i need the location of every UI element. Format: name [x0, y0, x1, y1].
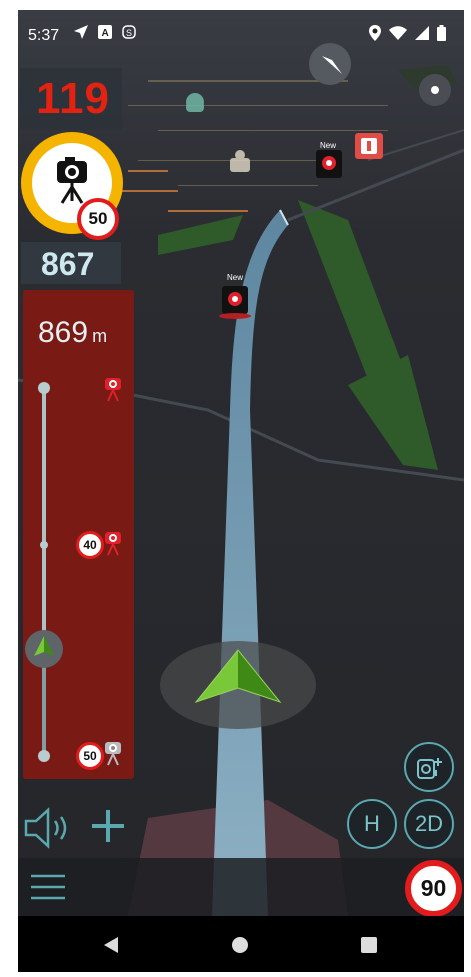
camera-speed-limit-value: 50 — [88, 209, 108, 228]
route-limit-sign-3: 50 — [76, 742, 104, 770]
status-bar: 5:37 A S — [18, 10, 464, 60]
road-speed-limit-sign: 90 — [405, 860, 462, 917]
phone-screen: New New 5:37 A S 119 50 867 869 m 40 50 … — [18, 10, 464, 972]
view-mode-button-label: 2D — [414, 811, 444, 836]
speaker-icon[interactable] — [24, 807, 76, 849]
status-time: 5:37 — [28, 27, 60, 44]
panel-distance-value: 869 — [38, 316, 89, 349]
heading-button[interactable]: H — [347, 799, 397, 849]
add-camera-button[interactable] — [404, 742, 454, 792]
route-camera-icon-3 — [105, 742, 121, 766]
camera-alert[interactable]: 50 — [21, 132, 123, 240]
current-speed-value: 119 — [36, 74, 110, 123]
current-position-marker — [25, 630, 63, 668]
plus-icon[interactable] — [90, 808, 126, 844]
route-track-ahead — [42, 387, 46, 642]
current-speed-display: 119 — [20, 68, 122, 130]
road-speed-limit-value: 90 — [420, 875, 447, 901]
recents-icon[interactable] — [360, 936, 378, 954]
route-camera-icon-2 — [105, 532, 121, 556]
home-icon[interactable] — [231, 936, 249, 954]
app-s-icon: S — [122, 25, 136, 39]
bottom-toolbar: 90 — [18, 858, 464, 917]
location-pin-icon — [369, 25, 381, 41]
track-dot-top — [38, 382, 50, 394]
camera-distance-display: 867 — [21, 242, 121, 284]
green-arrow-icon — [34, 636, 54, 656]
navigation-arrow-icon — [74, 25, 88, 39]
camera-distance-value: 867 — [41, 246, 95, 282]
camera-speed-limit-sign: 50 — [77, 198, 119, 240]
status-icons-right — [369, 25, 446, 41]
add-camera-icon — [417, 758, 442, 779]
route-camera-panel: 869 m 40 50 — [23, 290, 134, 779]
route-limit-value-3: 50 — [83, 749, 97, 763]
font-a-icon: A — [98, 25, 112, 39]
map-camera-new-label-1: New — [320, 141, 337, 150]
wifi-icon — [389, 26, 407, 40]
view-mode-button[interactable]: 2D — [404, 799, 454, 849]
map-camera-new-label-2: New — [227, 273, 244, 282]
svg-text:A: A — [102, 28, 109, 39]
panel-distance: 869 m — [38, 316, 107, 350]
back-icon[interactable] — [102, 936, 120, 954]
status-icons-left: A S — [74, 25, 136, 39]
panel-distance-unit: m — [92, 326, 108, 346]
system-navigation-bar — [18, 916, 464, 972]
battery-icon — [437, 25, 446, 41]
track-dot-mid — [40, 541, 48, 549]
cellular-icon — [415, 26, 429, 40]
route-camera-icon-1 — [105, 378, 121, 402]
svg-text:S: S — [126, 28, 132, 38]
hamburger-menu-icon[interactable] — [29, 873, 67, 901]
track-dot-bottom — [38, 750, 50, 762]
heading-button-label: H — [364, 811, 380, 836]
route-limit-sign-2: 40 — [76, 531, 104, 559]
route-limit-value-2: 40 — [83, 538, 97, 552]
